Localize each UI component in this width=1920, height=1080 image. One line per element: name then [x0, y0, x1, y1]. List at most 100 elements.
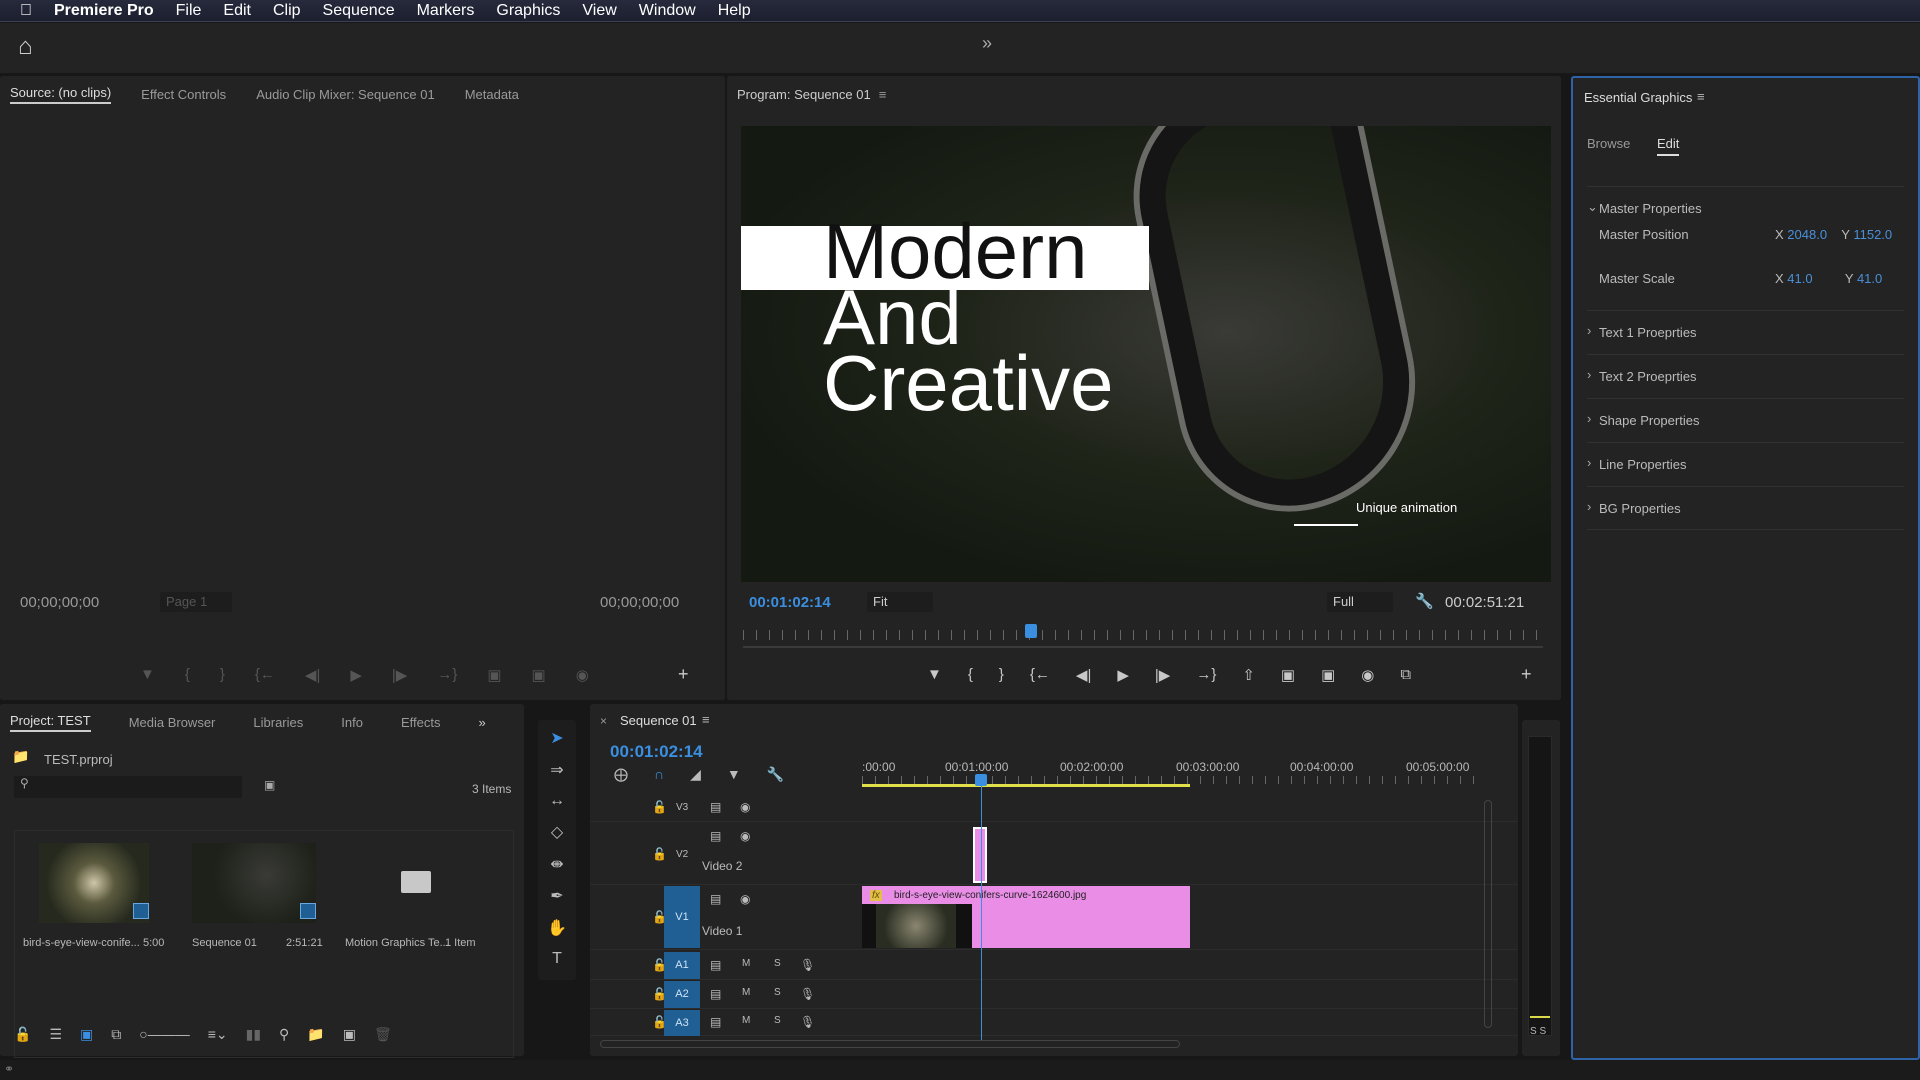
project-item[interactable]: bird-s-eye-view-conife... 5:00 — [15, 831, 180, 961]
project-item[interactable]: Sequence 01 2:51:21 — [180, 831, 345, 961]
mute-button[interactable]: M — [742, 1015, 750, 1026]
track-select-tool-icon[interactable]: ⇒ — [550, 760, 563, 780]
wrench-icon[interactable]: 🔧 — [1415, 592, 1434, 610]
comparison-view-icon[interactable]: ⧉ — [1400, 666, 1411, 684]
slip-tool-icon[interactable]: ⇼ — [550, 854, 563, 874]
go-to-out-icon[interactable]: →} — [437, 666, 457, 684]
lift-icon[interactable]: ⇧ — [1242, 666, 1255, 684]
solo-button[interactable]: S — [774, 987, 781, 998]
trash-icon[interactable]: 🗑 — [374, 1026, 392, 1043]
lock-icon[interactable]: 🔓 — [652, 847, 667, 861]
play-icon[interactable]: ▶ — [350, 666, 362, 684]
apple-icon[interactable]:  — [20, 2, 32, 20]
wrench-icon[interactable]: 🔧 — [767, 766, 784, 783]
find-icon[interactable]: ▣ — [264, 778, 275, 792]
menu-edit[interactable]: Edit — [223, 2, 251, 20]
sort-icon[interactable]: ≡⌄ — [208, 1026, 228, 1043]
new-item-icon[interactable]: ▣ — [343, 1026, 356, 1043]
zoom-slider[interactable]: ○——— — [139, 1026, 189, 1043]
mute-button[interactable]: M — [742, 987, 750, 998]
snap-icon[interactable]: ∩ — [654, 766, 664, 783]
track-label[interactable]: V1 — [664, 886, 700, 948]
freeform-view-icon[interactable]: ⧉ — [111, 1026, 121, 1043]
sync-lock-icon[interactable]: ▤ — [710, 800, 721, 814]
overwrite-icon[interactable]: ▣ — [532, 666, 546, 684]
camera-icon[interactable]: ◉ — [576, 666, 589, 684]
master-scale-x[interactable]: 41.0 — [1787, 271, 1812, 286]
sync-lock-icon[interactable]: ▤ — [710, 829, 721, 843]
add-button-icon[interactable]: + — [1521, 664, 1532, 685]
camera-icon[interactable]: ◉ — [1361, 666, 1374, 684]
menu-markers[interactable]: Markers — [417, 2, 475, 20]
microphone-icon[interactable]: 🎙 — [800, 1015, 815, 1029]
master-scale-y[interactable]: 41.0 — [1857, 271, 1882, 286]
pen-tool-icon[interactable]: ✒ — [550, 886, 563, 906]
add-button-icon[interactable]: + — [678, 664, 689, 685]
menu-view[interactable]: View — [582, 2, 616, 20]
menu-sequence[interactable]: Sequence — [323, 2, 395, 20]
lock-icon[interactable]: 🔓 — [652, 800, 667, 814]
home-icon[interactable]: ⌂ — [18, 33, 33, 61]
automate-icon[interactable]: ▮▮ — [246, 1026, 261, 1043]
tab-effect-controls[interactable]: Effect Controls — [141, 87, 226, 102]
track-label[interactable]: V3 — [676, 802, 688, 813]
nest-icon[interactable]: ⨁ — [614, 766, 628, 783]
solo-button[interactable]: S — [774, 958, 781, 969]
text2-properties-section[interactable]: › Text 2 Proeprties — [1587, 354, 1904, 398]
workspaces-overflow-icon[interactable]: » — [982, 33, 992, 54]
tab-effects[interactable]: Effects — [401, 715, 441, 730]
menu-file[interactable]: File — [176, 2, 202, 20]
list-view-icon[interactable]: ☰ — [49, 1026, 62, 1043]
text1-properties-section[interactable]: › Text 1 Proeprties — [1587, 310, 1904, 354]
linked-selection-icon[interactable]: ◢ — [690, 766, 701, 783]
creative-cloud-icon[interactable]: ⚭ — [4, 1062, 14, 1076]
work-area-bar[interactable] — [862, 784, 1190, 787]
step-forward-icon[interactable]: |▶ — [1155, 666, 1170, 684]
solo-labels[interactable]: S S — [1530, 1026, 1546, 1037]
project-search-input[interactable]: ⚲ — [14, 776, 242, 798]
add-marker-icon[interactable]: ▼ — [727, 766, 741, 783]
menu-app[interactable]: Premiere Pro — [54, 2, 154, 20]
tab-info[interactable]: Info — [341, 715, 363, 730]
hand-tool-icon[interactable]: ✋ — [547, 918, 567, 938]
horizontal-scrollbar[interactable] — [600, 1040, 1180, 1048]
eye-icon[interactable]: ◉ — [740, 829, 750, 843]
zoom-select[interactable]: Fit — [867, 592, 933, 612]
mark-in-icon[interactable]: { — [968, 666, 973, 684]
razor-tool-icon[interactable]: ◇ — [551, 822, 563, 842]
ripple-edit-tool-icon[interactable]: ↔ — [549, 792, 565, 810]
master-position-y[interactable]: 1152.0 — [1853, 227, 1892, 242]
program-playhead[interactable] — [1025, 624, 1037, 638]
mark-out-icon[interactable]: } — [220, 666, 225, 684]
track-label[interactable]: V2 — [676, 849, 688, 860]
more-panels-icon[interactable]: » — [478, 715, 485, 730]
go-to-in-icon[interactable]: {← — [255, 666, 275, 684]
tab-libraries[interactable]: Libraries — [253, 715, 303, 730]
tab-audio-clip-mixer[interactable]: Audio Clip Mixer: Sequence 01 — [256, 87, 435, 102]
sync-lock-icon[interactable]: ▤ — [710, 892, 721, 906]
timeline-timecode[interactable]: 00:01:02:14 — [610, 742, 703, 762]
lock-icon[interactable]: 🔓 — [14, 1026, 31, 1043]
tab-project[interactable]: Project: TEST — [10, 713, 91, 732]
add-marker-icon[interactable]: ▼ — [140, 666, 155, 684]
eye-icon[interactable]: ◉ — [740, 892, 750, 906]
insert-icon[interactable]: ▣ — [487, 666, 501, 684]
master-properties-label[interactable]: Master Properties — [1599, 201, 1702, 216]
step-back-icon[interactable]: ◀| — [1076, 666, 1091, 684]
mark-out-icon[interactable]: } — [999, 666, 1004, 684]
add-marker-icon[interactable]: ▼ — [927, 666, 942, 684]
tab-edit[interactable]: Edit — [1657, 136, 1680, 156]
solo-button[interactable]: S — [774, 1015, 781, 1026]
program-timecode[interactable]: 00:01:02:14 — [749, 594, 831, 611]
step-back-icon[interactable]: ◀| — [305, 666, 320, 684]
panel-menu-icon[interactable]: ≡ — [702, 712, 710, 727]
selection-tool-icon[interactable]: ➤ — [550, 728, 563, 748]
menu-clip[interactable]: Clip — [273, 2, 301, 20]
type-tool-icon[interactable]: T — [552, 950, 562, 968]
overwrite-icon[interactable]: ▣ — [1321, 666, 1335, 684]
menu-graphics[interactable]: Graphics — [496, 2, 560, 20]
menu-help[interactable]: Help — [718, 2, 751, 20]
lock-icon[interactable]: 🔓 — [652, 910, 667, 924]
microphone-icon[interactable]: 🎙 — [800, 987, 815, 1001]
video-clip[interactable]: fx bird-s-eye-view-conifers-curve-162460… — [862, 886, 1190, 948]
